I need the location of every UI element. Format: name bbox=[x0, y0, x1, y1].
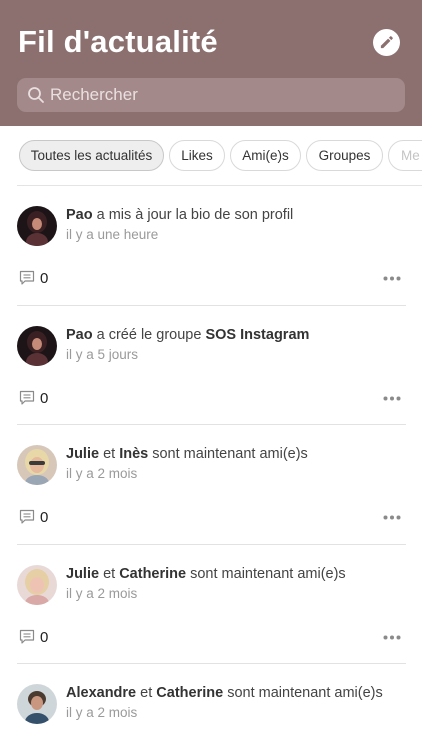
chip-friends[interactable]: Ami(e)s bbox=[230, 140, 301, 171]
timestamp: il y a une heure bbox=[66, 227, 159, 242]
feed-item-text: Pao a mis à jour la bio de son profil bbox=[66, 207, 294, 223]
avatar[interactable] bbox=[17, 684, 57, 724]
pencil-icon bbox=[380, 36, 393, 49]
comment-icon[interactable] bbox=[19, 509, 35, 525]
search-bar[interactable] bbox=[17, 78, 405, 112]
search-input[interactable] bbox=[50, 80, 380, 110]
news-feed: Pao a mis à jour la bio de son profil il… bbox=[0, 186, 422, 750]
comment-icon[interactable] bbox=[19, 390, 35, 406]
feed-item-text: Julie et Inès sont maintenant ami(e)s bbox=[66, 446, 308, 462]
page-title: Fil d'actualité bbox=[18, 24, 218, 59]
timestamp: il y a 2 mois bbox=[66, 585, 138, 601]
feed-item-text: Julie et Catherine sont maintenant ami(e… bbox=[66, 565, 346, 582]
search-icon bbox=[27, 86, 45, 104]
more-options-icon[interactable] bbox=[383, 635, 401, 640]
filter-chips: Toutes les actualités Likes Ami(e)s Grou… bbox=[0, 126, 422, 186]
more-options-icon[interactable] bbox=[383, 515, 401, 520]
header: Fil d'actualité bbox=[0, 0, 422, 126]
edit-button[interactable] bbox=[373, 29, 400, 56]
feed-item-text: Pao a créé le groupe SOS Instagram bbox=[66, 326, 310, 343]
avatar[interactable] bbox=[17, 206, 57, 246]
timestamp: il y a 2 mois bbox=[66, 705, 138, 720]
comment-count: 0 bbox=[40, 628, 49, 646]
more-options-icon[interactable] bbox=[383, 396, 401, 401]
feed-item[interactable]: Pao a mis à jour la bio de son profil il… bbox=[0, 186, 422, 306]
avatar[interactable] bbox=[17, 564, 57, 605]
timestamp: il y a 5 jours bbox=[66, 346, 139, 362]
comment-count: 0 bbox=[40, 270, 49, 287]
avatar[interactable] bbox=[17, 445, 57, 485]
feed-item[interactable]: Pao a créé le groupe SOS Instagram il y … bbox=[0, 306, 422, 425]
timestamp: il y a 2 mois bbox=[66, 466, 138, 481]
feed-item[interactable]: Julie et Catherine sont maintenant ami(e… bbox=[0, 545, 422, 664]
feed-item-text: Alexandre et Catherine sont maintenant a… bbox=[66, 685, 383, 701]
avatar[interactable] bbox=[17, 325, 57, 366]
comment-count: 0 bbox=[40, 389, 49, 407]
comment-icon[interactable] bbox=[19, 629, 35, 645]
more-options-icon[interactable] bbox=[383, 276, 401, 281]
comment-icon[interactable] bbox=[19, 270, 35, 286]
feed-item[interactable]: Alexandre et Catherine sont maintenant a… bbox=[0, 664, 422, 750]
chip-likes[interactable]: Likes bbox=[169, 140, 225, 171]
chip-groups[interactable]: Groupes bbox=[306, 140, 383, 171]
feed-item[interactable]: Julie et Inès sont maintenant ami(e)s il… bbox=[0, 425, 422, 545]
chip-all-news[interactable]: Toutes les actualités bbox=[19, 140, 164, 171]
comment-count: 0 bbox=[40, 509, 49, 526]
chip-more[interactable]: Me bbox=[388, 140, 422, 171]
